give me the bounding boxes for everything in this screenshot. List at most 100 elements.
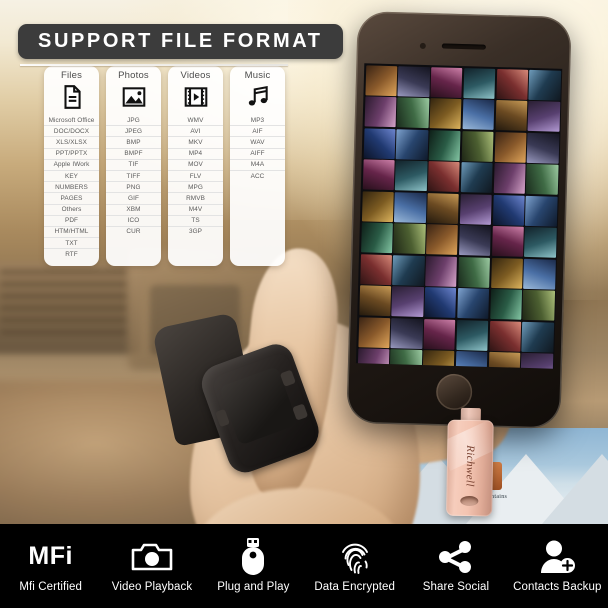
add-contact-icon <box>539 540 576 574</box>
dashboard-vent <box>0 262 140 354</box>
photo-thumbnail[interactable] <box>520 352 553 369</box>
format-card-title: Files <box>60 70 83 81</box>
format-item: PPT/PPTX <box>44 149 99 160</box>
photo-thumbnail[interactable] <box>396 97 429 129</box>
photo-thumbnail[interactable] <box>360 222 393 254</box>
photo-thumbnail[interactable] <box>389 349 422 369</box>
photo-thumbnail[interactable] <box>364 96 397 128</box>
photo-thumbnail[interactable] <box>364 64 398 96</box>
photo-thumbnail[interactable] <box>522 289 555 321</box>
format-item: TXT <box>44 238 99 250</box>
photo-thumbnail[interactable] <box>427 161 460 192</box>
photo-thumbnail[interactable] <box>430 66 463 98</box>
format-item: M4V <box>168 205 223 216</box>
photo-thumbnail[interactable] <box>425 255 458 287</box>
photo-thumbnail[interactable] <box>426 224 459 255</box>
feature-video-playback: Video Playback <box>101 540 202 593</box>
photo-thumbnail[interactable] <box>395 128 429 160</box>
format-item: PDF <box>44 216 99 227</box>
format-card-photos: Photos JPG JPEG BMP BMPF TIF TIFF PNG GIF XBM ICO C… <box>106 66 161 267</box>
front-camera-icon <box>419 42 426 50</box>
photo-thumbnail[interactable] <box>426 192 459 224</box>
photo-thumbnail[interactable] <box>363 127 396 159</box>
photo-thumbnail[interactable] <box>523 258 556 290</box>
format-item: MP3 <box>230 115 285 127</box>
photo-thumbnail[interactable] <box>459 193 492 225</box>
format-item: FLV <box>168 171 223 183</box>
photo-thumbnail[interactable] <box>490 257 523 289</box>
photo-thumbnail[interactable] <box>491 225 524 257</box>
format-item: XLS/XLSX <box>44 137 99 149</box>
photo-thumbnail[interactable] <box>423 318 456 350</box>
photo-thumbnail[interactable] <box>359 253 392 285</box>
photo-thumbnail[interactable] <box>357 316 390 348</box>
share-icon <box>438 540 474 574</box>
feature-label: Mfi Certified <box>19 580 82 593</box>
photo-thumbnail[interactable] <box>458 225 491 256</box>
photo-thumbnail[interactable] <box>493 162 526 194</box>
format-item: 3GP <box>188 228 203 236</box>
photo-thumbnail[interactable] <box>495 99 528 131</box>
format-item: JPEG <box>106 126 161 138</box>
home-button[interactable] <box>435 373 473 411</box>
photo-thumbnail[interactable] <box>495 68 528 100</box>
format-item: HTM/HTML <box>44 227 99 239</box>
photo-thumbnail[interactable] <box>488 320 521 352</box>
feature-plug-and-play: Plug and Play <box>203 537 304 593</box>
format-item: TS <box>168 216 223 227</box>
feature-highlight-bar: MFi Mfi Certified Video Playback Plug and P… <box>0 524 608 608</box>
photo-thumbnail[interactable] <box>455 350 488 369</box>
photo-thumbnail[interactable] <box>362 159 395 191</box>
photo-thumbnail[interactable] <box>527 100 560 132</box>
photo-thumbnail[interactable] <box>489 288 522 320</box>
photo-thumbnail[interactable] <box>456 319 489 351</box>
feature-mfi-certified: MFi Mfi Certified <box>0 540 101 593</box>
photo-thumbnail[interactable] <box>361 190 394 222</box>
format-item: RTF <box>65 250 78 258</box>
format-item: JPG <box>106 115 161 127</box>
format-item: AVI <box>168 126 223 138</box>
photo-thumbnail[interactable] <box>460 162 493 193</box>
format-item: M4A <box>230 160 285 171</box>
photo-thumbnail[interactable] <box>528 69 561 101</box>
photo-thumbnail[interactable] <box>521 321 554 353</box>
photo-thumbnail[interactable] <box>487 351 521 369</box>
photo-thumbnail[interactable] <box>394 191 427 223</box>
photo-thumbnail[interactable] <box>492 194 525 226</box>
photo-thumbnail[interactable] <box>392 254 425 286</box>
photo-thumbnail[interactable] <box>457 256 490 288</box>
photo-thumbnail[interactable] <box>526 163 559 195</box>
photo-thumbnail-grid <box>356 63 562 369</box>
photo-thumbnail[interactable] <box>428 129 461 161</box>
photo-thumbnail[interactable] <box>463 67 496 99</box>
format-item: TIF <box>106 160 161 171</box>
photo-thumbnail[interactable] <box>462 99 495 130</box>
format-card-title: Music <box>244 70 271 81</box>
photo-thumbnail[interactable] <box>397 65 430 97</box>
format-item: Others <box>44 205 99 216</box>
format-item: NUMBERS <box>44 182 99 194</box>
photo-thumbnail[interactable] <box>422 350 455 369</box>
photo-thumbnail[interactable] <box>391 286 424 318</box>
photo-thumbnail[interactable] <box>393 223 426 255</box>
image-icon <box>121 84 147 110</box>
photo-thumbnail[interactable] <box>429 98 462 130</box>
photo-thumbnail[interactable] <box>358 285 391 317</box>
format-item: PAGES <box>44 193 99 205</box>
photo-thumbnail[interactable] <box>424 287 457 318</box>
format-item: XBM <box>106 205 161 216</box>
photo-thumbnail[interactable] <box>457 287 490 319</box>
photo-thumbnail[interactable] <box>526 132 559 164</box>
feature-label: Video Playback <box>111 580 193 593</box>
photo-thumbnail[interactable] <box>461 130 494 162</box>
feature-contacts-backup: Contacts Backup <box>507 540 608 593</box>
format-item: AIF <box>230 126 285 138</box>
photo-thumbnail[interactable] <box>390 317 423 349</box>
photo-thumbnail[interactable] <box>494 131 527 163</box>
photo-thumbnail[interactable] <box>524 226 557 258</box>
photo-thumbnail[interactable] <box>525 195 558 227</box>
supported-format-cards: Files Microsoft Office DOC/DOCX XLS/XLSX PPT… <box>44 66 285 267</box>
photo-thumbnail[interactable] <box>395 160 428 192</box>
photo-thumbnail[interactable] <box>357 348 390 369</box>
mfi-wordmark: MFi <box>28 542 73 570</box>
